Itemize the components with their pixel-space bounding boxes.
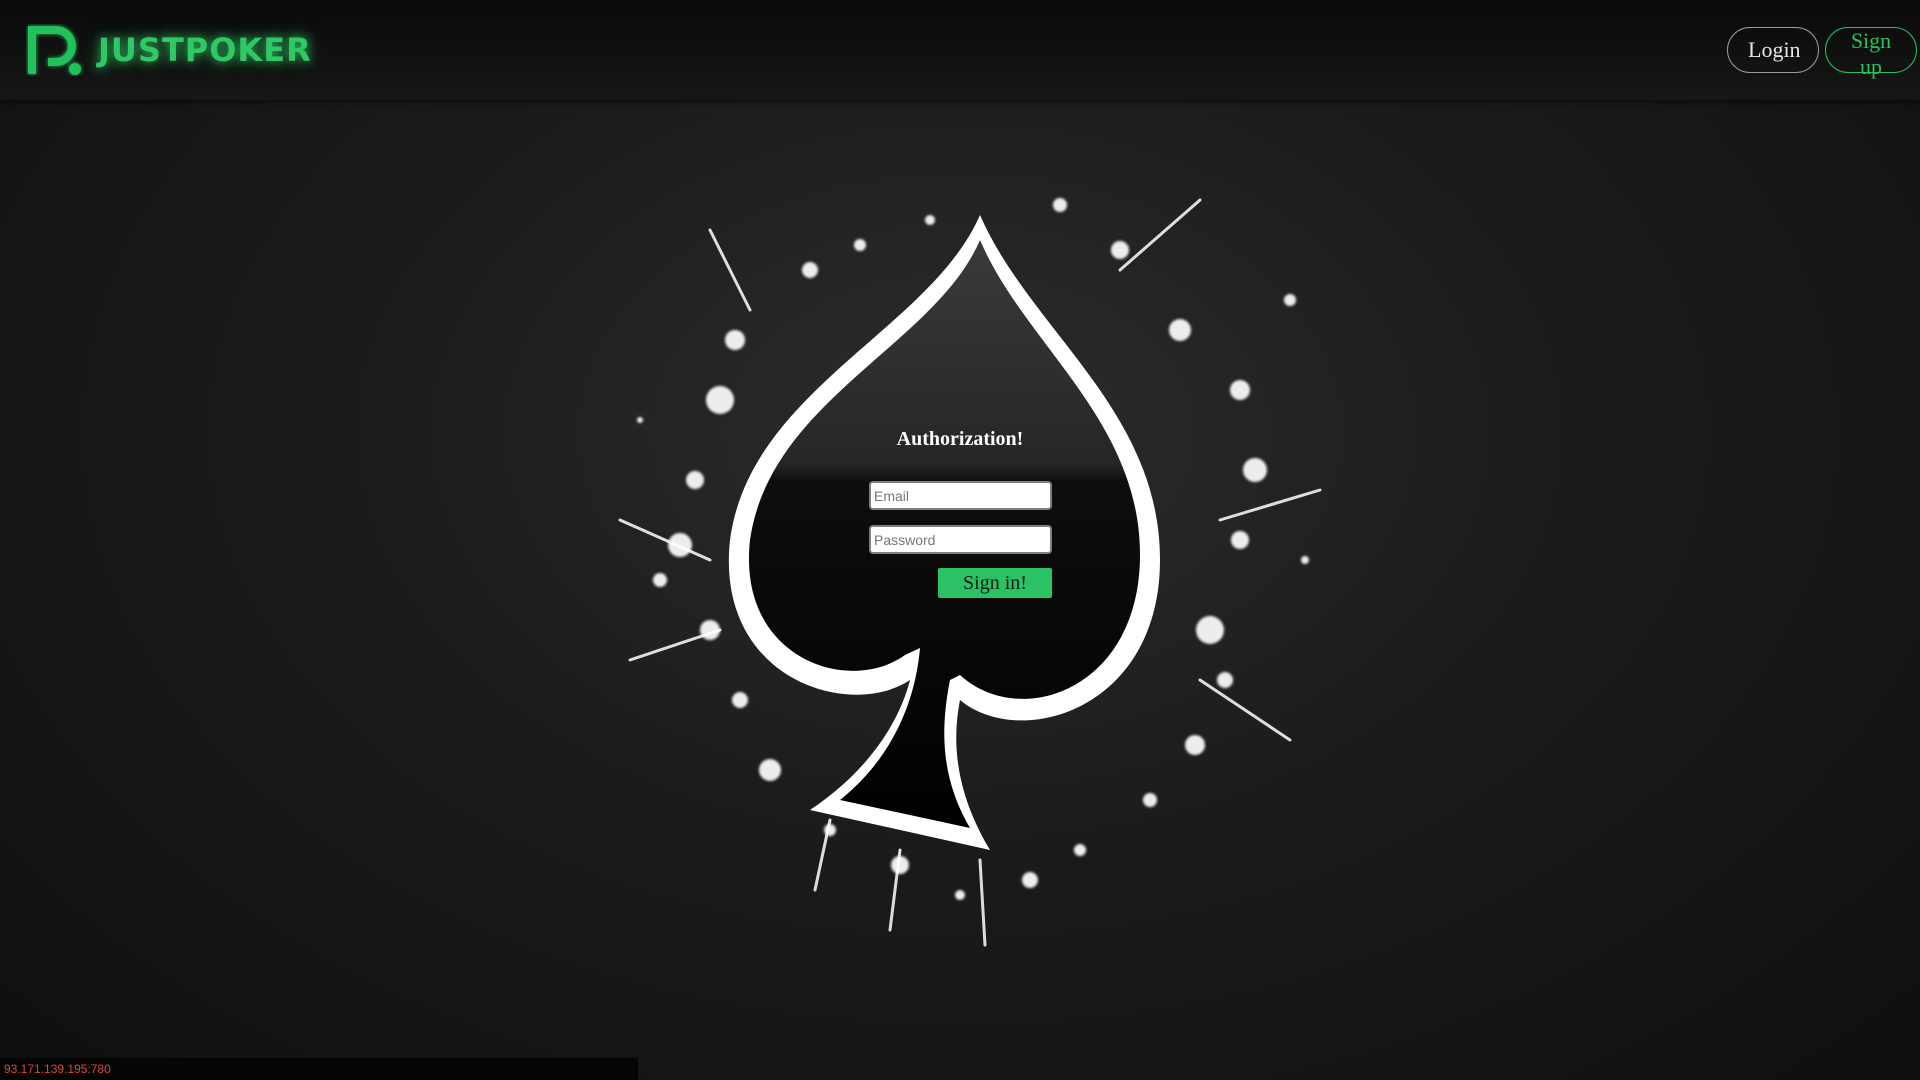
password-field[interactable]: [869, 525, 1052, 554]
login-page: JUSTPOKER Login Sign up Authorization! E…: [0, 0, 1920, 1080]
justpoker-p-logo-icon: [28, 26, 81, 75]
brand-name: JUSTPOKER: [98, 31, 312, 69]
top-header: JUSTPOKER Login Sign up: [0, 0, 1920, 100]
login-button[interactable]: Login: [1727, 27, 1819, 73]
browser-status-bar: 93.171.139.195:780: [0, 1058, 638, 1080]
sign-in-button[interactable]: Sign in!: [938, 568, 1052, 598]
auth-title: Authorization!: [896, 428, 1024, 450]
brand-logo[interactable]: JUSTPOKER: [26, 24, 312, 76]
spade-splash-icon: [618, 198, 1322, 947]
status-url: 93.171.139.195:780: [4, 1062, 111, 1076]
email-field[interactable]: [869, 481, 1052, 510]
signup-button[interactable]: Sign up: [1825, 27, 1917, 79]
